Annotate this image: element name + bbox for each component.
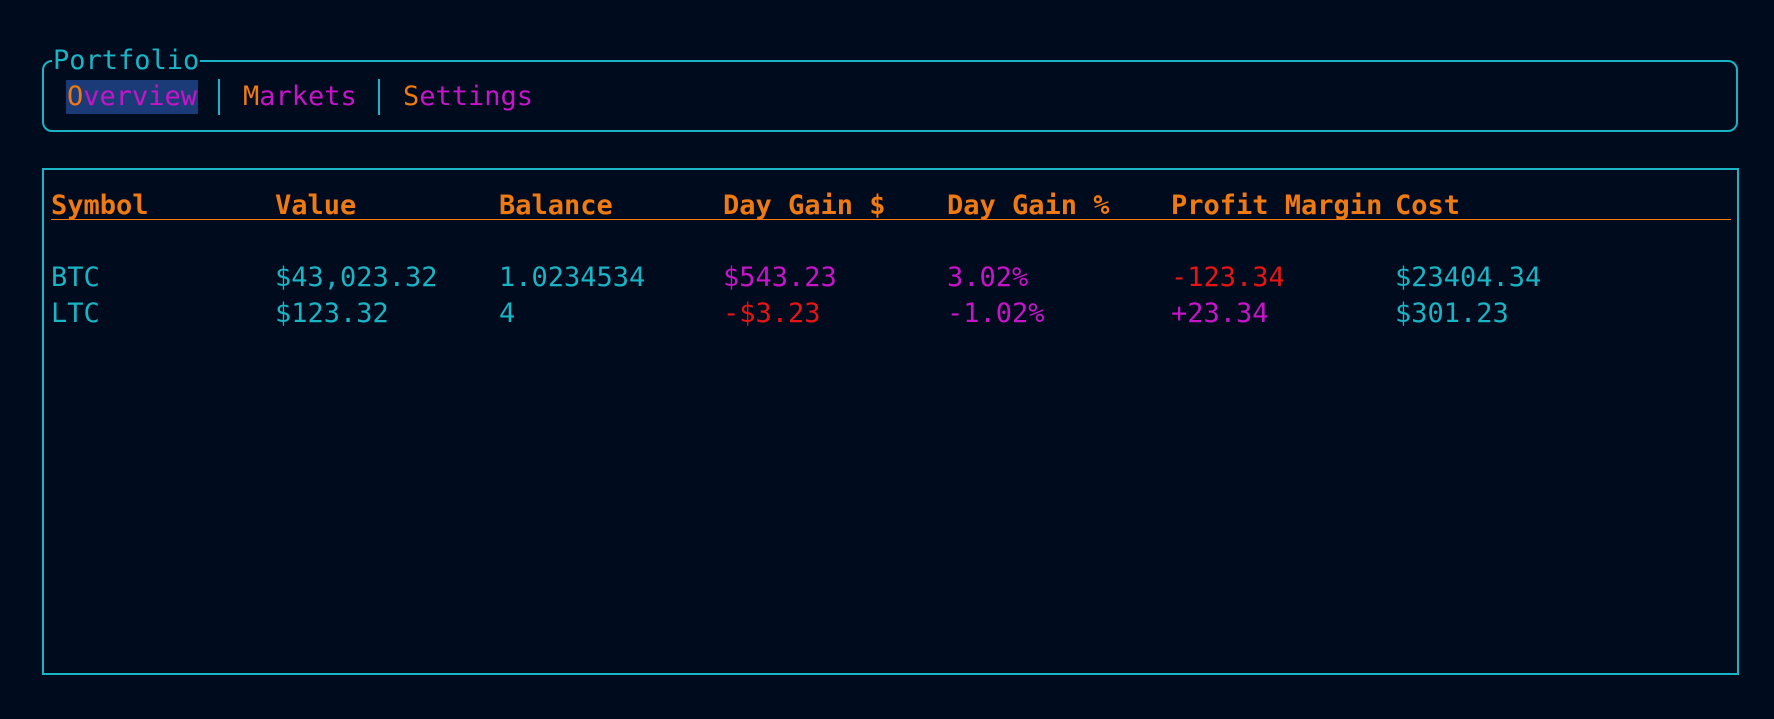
tab-settings[interactable]: Settings [403,80,533,114]
cell-cost: $23404.34 [1395,262,1542,293]
column-header-profit-margin: Profit Margin [1171,190,1383,221]
cell-day-gain-usd: -$3.23 [723,298,821,329]
cell-value: $123.32 [275,298,389,329]
cell-balance: 4 [499,298,516,329]
cell-symbol: LTC [51,298,100,329]
cell-profit-margin: -123.34 [1171,262,1285,293]
tab-settings-label: ettings [419,81,534,112]
column-header-day-gain-usd: Day Gain $ [723,190,886,221]
tab-overview-label: verview [83,81,198,112]
column-header-day-gain-pct: Day Gain % [947,190,1110,221]
tab-overview-hotkey: O [67,81,84,112]
tab-separator [218,79,220,115]
cell-profit-margin: +23.34 [1171,298,1269,329]
column-header-symbol: Symbol [51,190,149,221]
cell-symbol: BTC [51,262,100,293]
cell-day-gain-pct: -1.02% [947,298,1045,329]
portfolio-table [42,168,1739,675]
cell-cost: $301.23 [1395,298,1509,329]
tab-markets-hotkey: M [243,81,260,112]
cell-day-gain-usd: $543.23 [723,262,837,293]
cell-balance: 1.0234534 [499,262,646,293]
panel-title: Portfolio [52,45,201,77]
cell-value: $43,023.32 [275,262,438,293]
column-header-value: Value [275,190,357,221]
column-header-cost: Cost [1395,190,1461,221]
tab-markets[interactable]: Markets [243,80,357,114]
column-header-balance: Balance [499,190,613,221]
cell-day-gain-pct: 3.02% [947,262,1029,293]
tab-settings-hotkey: S [403,81,420,112]
tab-markets-label: arkets [259,81,357,112]
tab-separator [378,79,380,115]
header-divider [51,219,1731,220]
tab-overview[interactable]: Overview [66,80,199,114]
